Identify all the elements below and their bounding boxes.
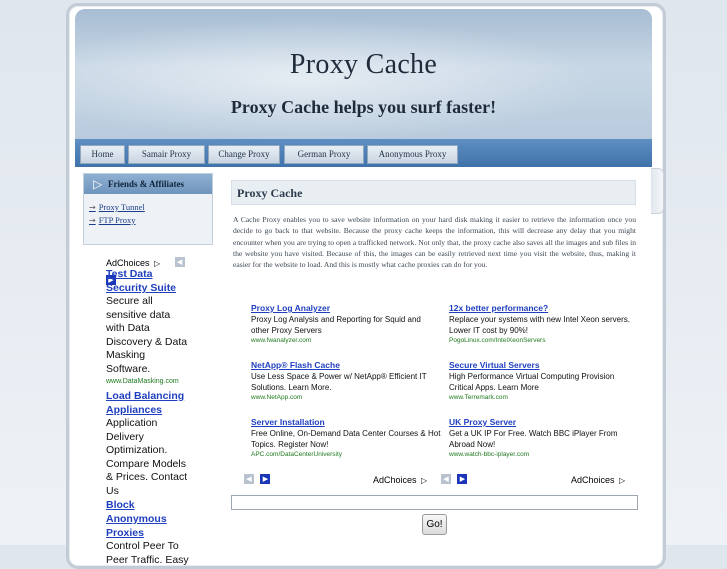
content-ad: UK Proxy Server Get a UK IP For Free. Wa… [449, 416, 639, 460]
side-ad-url[interactable]: www.DataMasking.com [106, 376, 190, 387]
arrow-left-icon[interactable]: ◀ [174, 256, 185, 267]
content-ad-desc: Get a UK IP For Free. Watch BBC iPlayer … [449, 429, 618, 449]
sidebar-link-proxy-tunnel[interactable]: → Proxy Tunnel [89, 202, 145, 212]
content-ad-url[interactable]: APC.com/DataCenterUniversity [251, 450, 441, 460]
content-ad-title[interactable]: UK Proxy Server [449, 416, 639, 428]
ad-nav-left: ◀ ▶ [244, 470, 271, 488]
nav-bar: Home Samair Proxy Change Proxy German Pr… [75, 139, 652, 167]
content-ad: Proxy Log Analyzer Proxy Log Analysis an… [251, 302, 441, 346]
arrow-right-icon[interactable]: ▶ [457, 473, 468, 484]
content-ad-url[interactable]: www.NetApp.com [251, 393, 441, 403]
arrow-right-icon: → [89, 216, 96, 225]
side-ad-title[interactable]: Load Balancing Appliances [106, 389, 190, 417]
content-ad: Server Installation Free Online, On-Dema… [251, 416, 441, 460]
side-ad-block: AdChoices ▷ ◀▶ Test Data Security Suite … [106, 253, 190, 567]
adchoices-triangle-icon[interactable]: ▷ [154, 259, 160, 268]
ad-nav-right: ◀ ▶ [441, 470, 468, 488]
content-ad: 12x better performance? Replace your sys… [449, 302, 639, 346]
content-ad-url[interactable]: www.Terremark.com [449, 393, 639, 403]
go-button[interactable]: Go! [422, 514, 447, 535]
side-ad-desc: Secure all sensitive data with Data Disc… [106, 295, 188, 375]
content-ad: Secure Virtual Servers High Performance … [449, 359, 639, 403]
side-ad-title[interactable]: Block Anonymous Proxies [106, 498, 190, 540]
site-title: Proxy Cache [289, 49, 438, 80]
content-ad-url[interactable]: www.watch-bbc-iplayer.com [449, 450, 639, 460]
arrow-left-icon[interactable]: ◀ [244, 473, 254, 484]
content-ad-desc: Free Online, On-Demand Data Center Cours… [251, 429, 441, 449]
nav-tab-samair-proxy[interactable]: Samair Proxy [128, 145, 205, 164]
scroll-tab[interactable] [651, 168, 664, 214]
main-heading: Proxy Cache [231, 180, 636, 205]
content-ad-title[interactable]: NetApp® Flash Cache [251, 359, 441, 371]
arrow-right-icon: → [89, 203, 96, 212]
content-ad: NetApp® Flash Cache Use Less Space & Pow… [251, 359, 441, 403]
content-ad-title[interactable]: Proxy Log Analyzer [251, 302, 441, 314]
main-body-text: A Cache Proxy enables you to save websit… [233, 215, 636, 270]
nav-tab-german-proxy[interactable]: German Proxy [284, 145, 364, 164]
nav-tab-change-proxy[interactable]: Change Proxy [208, 145, 280, 164]
adchoices-label[interactable]: AdChoices [571, 475, 615, 485]
friends-affiliates-heading: Friends & Affiliates [108, 179, 184, 189]
ad-choices-right: AdChoices ▷ [571, 470, 625, 488]
nav-tab-anonymous-proxy[interactable]: Anonymous Proxy [367, 145, 458, 164]
content-ad-desc: Use Less Space & Power w/ NetApp® Effici… [251, 372, 427, 392]
adchoices-triangle-icon[interactable]: ▷ [619, 476, 625, 485]
search-input[interactable] [231, 495, 638, 510]
sidebar-link-label: Proxy Tunnel [98, 202, 145, 212]
adchoices-triangle-icon[interactable]: ▷ [421, 476, 427, 485]
friends-affiliates-header: ▷ Friends & Affiliates [84, 174, 212, 194]
adchoices-label[interactable]: AdChoices [373, 475, 417, 485]
site-tagline: Proxy Cache helps you surf faster! [230, 97, 497, 117]
content-ad-desc: Replace your systems with new Intel Xeon… [449, 315, 630, 335]
content-ad-title[interactable]: 12x better performance? [449, 302, 639, 314]
ad-choices-left: AdChoices ▷ [373, 470, 427, 488]
content-ad-url[interactable]: www.fwanalyzer.com [251, 336, 441, 346]
side-ad-header: AdChoices ▷ ◀▶ [106, 253, 190, 285]
sidebar-link-ftp-proxy[interactable]: → FTP Proxy [89, 215, 135, 225]
arrow-left-icon[interactable]: ◀ [441, 473, 451, 484]
chevron-right-icon: ▷ [93, 177, 103, 191]
site-header: Proxy Cache Proxy Cache helps you surf f… [75, 9, 652, 139]
content-ad-desc: High Performance Virtual Computing Provi… [449, 372, 615, 392]
side-ad-title[interactable]: Test Data Security Suite [106, 267, 190, 295]
content-ad-title[interactable]: Secure Virtual Servers [449, 359, 639, 371]
friends-affiliates-box: ▷ Friends & Affiliates → Proxy Tunnel → FT… [83, 173, 213, 245]
content-ad-desc: Proxy Log Analysis and Reporting for Squ… [251, 315, 421, 335]
content-ad-url[interactable]: PogoLinux.com/IntelXeonServers [449, 336, 639, 346]
content-ad-title[interactable]: Server Installation [251, 416, 441, 428]
side-ad-desc: Control Peer To Peer Traffic. Easy [106, 540, 189, 566]
arrow-right-icon[interactable]: ▶ [260, 473, 271, 484]
nav-tab-home[interactable]: Home [80, 145, 125, 164]
sidebar-link-label: FTP Proxy [98, 215, 136, 225]
side-ad-desc: Application Delivery Optimization. Compa… [106, 417, 188, 497]
